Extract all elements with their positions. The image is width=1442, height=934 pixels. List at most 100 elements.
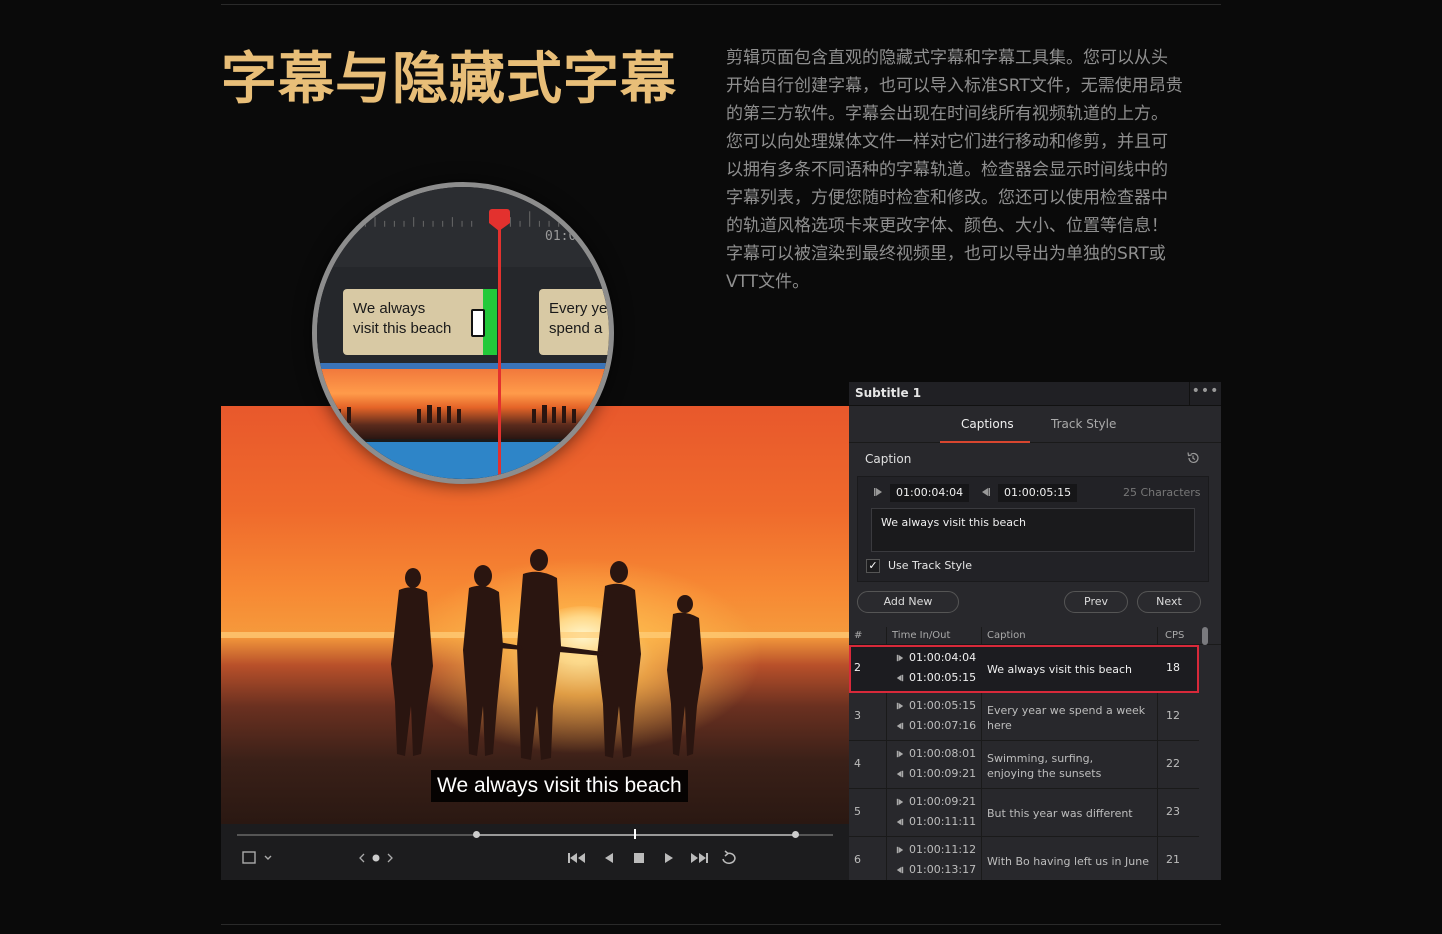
mark-in-icon: [896, 654, 904, 662]
use-track-style-label: Use Track Style: [888, 559, 972, 572]
clip-text-line: Every ye: [549, 300, 608, 317]
row-time-out: 01:00:11:11: [896, 815, 976, 828]
mark-out-icon: [896, 770, 904, 778]
row-time-in: 01:00:09:21: [896, 795, 976, 808]
panel-header: Subtitle 1 •••: [849, 382, 1221, 406]
row-cps: 18: [1166, 661, 1180, 674]
character-count: 25 Characters: [1123, 486, 1201, 499]
video-track-thumbnails: [317, 369, 609, 439]
skip-back-icon: [568, 853, 585, 863]
column-time: Time In/Out: [892, 630, 951, 641]
row-caption: Swimming, surfing, enjoying the sunsets: [987, 752, 1102, 780]
playhead-line: [498, 213, 501, 479]
panel-title: Subtitle 1: [855, 386, 922, 400]
caption-row[interactable]: 2 01:00:04:04 01:00:05:15 We always visit t…: [849, 645, 1199, 693]
trim-cursor-icon: [471, 309, 485, 337]
row-time-out: 01:00:05:15: [896, 671, 976, 684]
step-back-button[interactable]: [602, 850, 616, 866]
scrub-range: [476, 834, 796, 836]
description-line: VTT文件。: [726, 272, 810, 292]
caption-row[interactable]: 3 01:00:05:15 01:00:07:16 Every year we spe…: [849, 693, 1199, 741]
stop-button[interactable]: [632, 850, 646, 866]
caption-row[interactable]: 5 01:00:09:21 01:00:11:11 But this year was…: [849, 789, 1199, 837]
more-options-button[interactable]: •••: [1189, 382, 1221, 406]
caption-row[interactable]: 6 01:00:11:12 01:00:13:17 With Bo having le…: [849, 837, 1199, 880]
range-end-handle[interactable]: [792, 831, 799, 838]
row-number: 2: [854, 661, 861, 674]
row-cps: 23: [1166, 805, 1180, 818]
range-start-handle[interactable]: [473, 831, 480, 838]
next-button[interactable]: Next: [1137, 591, 1201, 613]
time-out-field[interactable]: 01:00:05:15: [998, 484, 1078, 502]
subtitle-clip[interactable]: Every ye spend a: [539, 289, 609, 355]
loop-button[interactable]: [719, 850, 739, 866]
clip-text-line: spend a: [549, 320, 603, 337]
playhead-handle[interactable]: [489, 209, 510, 223]
row-time-in: 01:00:11:12: [896, 843, 976, 856]
row-caption: With Bo having left us in June: [987, 855, 1149, 868]
row-caption: Every year we spend a week here: [987, 704, 1146, 732]
scrub-playhead[interactable]: [634, 829, 636, 839]
ruler-ticks: [335, 211, 589, 227]
subtitle-clip[interactable]: We always visit this beach: [343, 289, 491, 355]
row-time-in: 01:00:05:15: [896, 699, 976, 712]
bottom-divider: [221, 924, 1221, 925]
play-icon: [665, 853, 673, 863]
row-number: 3: [854, 709, 861, 722]
caption-list-header: # Time In/Out Caption CPS: [849, 627, 1221, 645]
viewer-mode-button[interactable]: [241, 850, 275, 866]
loop-icon: [722, 850, 736, 864]
clip-text-line: visit this beach: [353, 320, 452, 337]
mark-out-icon: [896, 674, 904, 682]
prev-button[interactable]: Prev: [1064, 591, 1128, 613]
mark-out-icon: [896, 818, 904, 826]
row-number: 6: [854, 853, 861, 866]
timeline-ruler: [317, 187, 609, 267]
row-caption: But this year was different: [987, 807, 1133, 820]
mark-in-icon: [896, 846, 904, 854]
page-headline: 字幕与隐藏式字幕: [221, 47, 677, 112]
mark-out-icon: [982, 488, 990, 496]
list-scrollbar[interactable]: [1202, 627, 1208, 645]
tab-track-style[interactable]: Track Style: [1051, 417, 1116, 431]
row-cps: 22: [1166, 757, 1180, 770]
use-track-style-checkbox[interactable]: ✓: [866, 559, 880, 573]
description-line: 开始自行创建字幕，也可以导入标准SRT文件，无需使用昂贵: [726, 76, 1183, 96]
description-line: 字幕可以被渲染到最终视频里，也可以导出为单独的SRT或: [726, 244, 1166, 264]
chevron-dot-chevron-icon: [359, 853, 393, 863]
row-time-out: 01:00:09:21: [896, 767, 976, 780]
caption-text-input[interactable]: We always visit this beach: [871, 508, 1195, 552]
crop-frame-icon: [242, 851, 272, 864]
tab-captions[interactable]: Captions: [961, 417, 1014, 431]
row-caption: We always visit this beach: [987, 663, 1133, 676]
go-to-end-button[interactable]: [689, 850, 709, 866]
column-caption: Caption: [987, 630, 1026, 641]
reset-icon[interactable]: [1186, 451, 1200, 465]
burned-subtitle: We always visit this beach: [431, 770, 688, 802]
playhead-tip-icon: [489, 223, 510, 231]
play-reverse-icon: [605, 853, 613, 863]
stop-icon: [634, 853, 644, 863]
column-number: #: [854, 630, 863, 641]
audio-track: [317, 439, 609, 479]
add-new-button[interactable]: Add New: [857, 591, 959, 613]
go-to-start-button[interactable]: [567, 850, 587, 866]
mark-in-icon: [896, 798, 904, 806]
inspector-tabs: Captions Track Style: [849, 406, 1221, 443]
mark-in-icon: [896, 750, 904, 758]
skip-forward-icon: [691, 853, 708, 863]
mark-in-icon: [896, 702, 904, 710]
frame-nav[interactable]: [358, 850, 394, 866]
mark-in-icon: [874, 488, 882, 496]
description-line: 您可以向处理媒体文件一样对它们进行移动和修剪，并且可: [726, 132, 1168, 152]
mark-out-icon: [896, 866, 904, 874]
caption-section-title: Caption: [865, 452, 912, 466]
play-button[interactable]: [662, 850, 676, 866]
ruler-timecode: 01:0: [545, 229, 577, 244]
description-line: 剪辑页面包含直观的隐藏式字幕和字幕工具集。您可以从头: [726, 48, 1168, 68]
clip-trim-edge[interactable]: [483, 289, 497, 355]
thumbnail-silhouettes: [337, 405, 576, 423]
description-line: 字幕列表，方便您随时检查和修改。您还可以使用检查器中: [726, 188, 1168, 208]
time-in-field[interactable]: 01:00:04:04: [890, 484, 970, 502]
caption-row[interactable]: 4 01:00:08:01 01:00:09:21 Swimming, surfing…: [849, 741, 1199, 789]
